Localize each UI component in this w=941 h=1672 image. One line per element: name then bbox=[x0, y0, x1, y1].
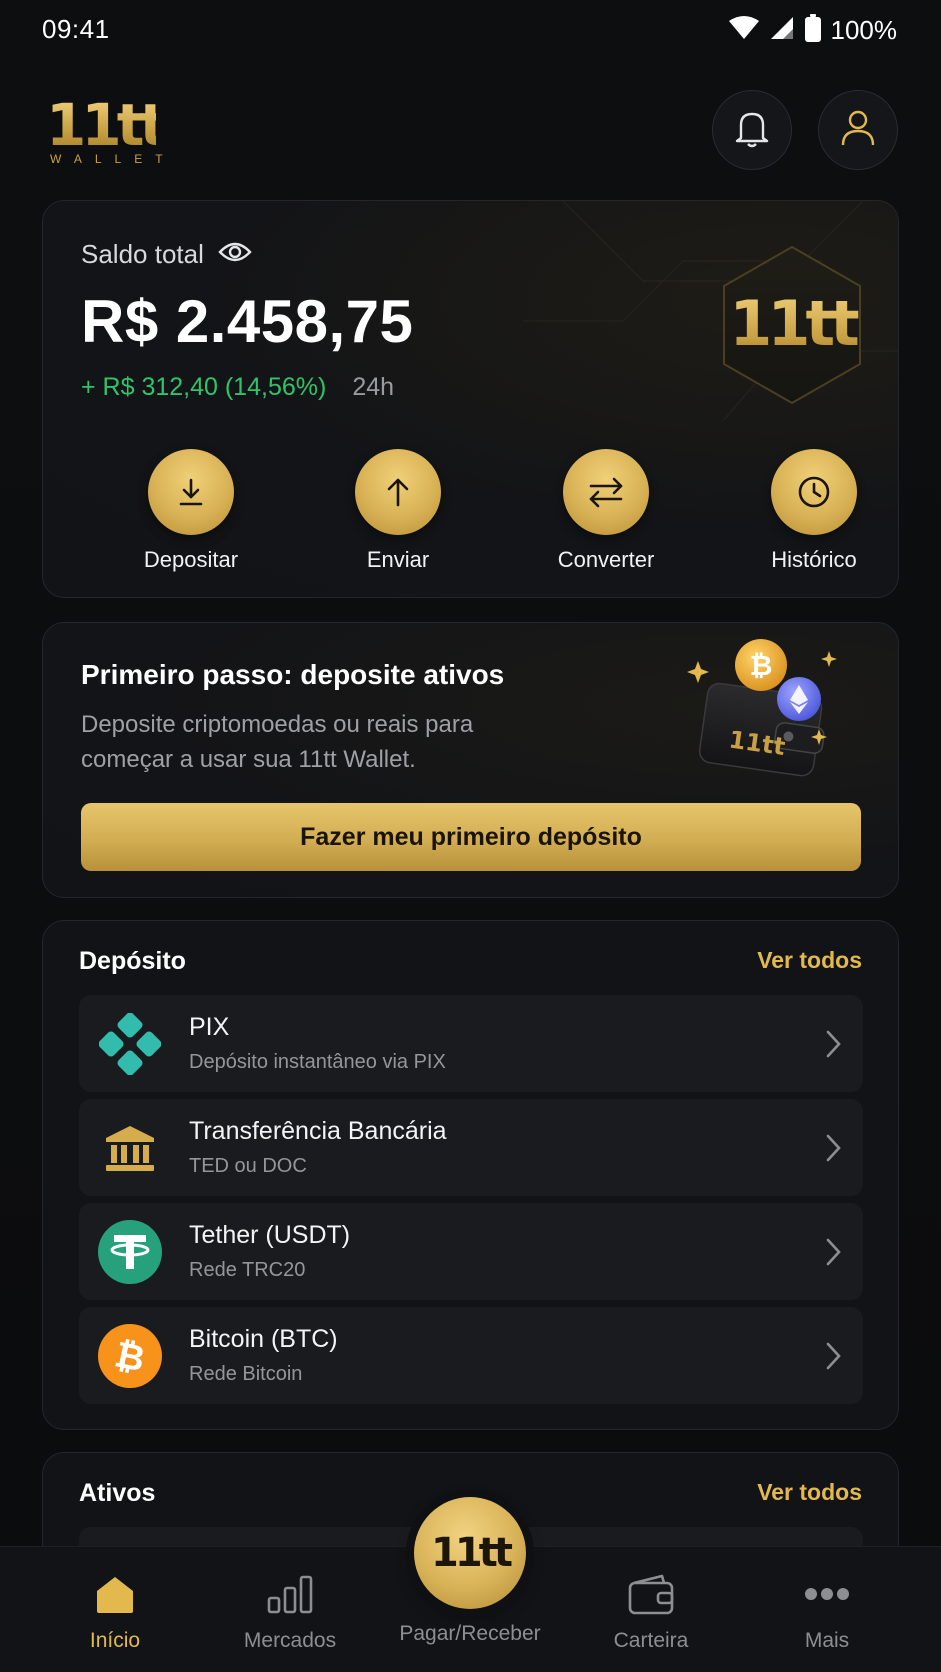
chevron-right-icon bbox=[823, 1236, 843, 1273]
first-deposit-button[interactable]: Fazer meu primeiro depósito bbox=[81, 803, 861, 871]
balance-value: R$ 2.458,75 bbox=[81, 288, 414, 355]
nav-more[interactable]: Mais bbox=[742, 1569, 912, 1653]
bitcoin-icon: ₿ bbox=[95, 1321, 165, 1391]
bank-transfer-title: Transferência Bancária bbox=[189, 1117, 447, 1145]
send-label: Enviar bbox=[366, 547, 430, 572]
logo-main-text: 11tt bbox=[46, 91, 167, 159]
nav-markets[interactable]: Mercados bbox=[205, 1569, 375, 1653]
send-action[interactable]: Enviar bbox=[308, 449, 488, 573]
nav-home[interactable]: Início bbox=[30, 1569, 200, 1653]
nav-home-label: Início bbox=[89, 1629, 141, 1652]
download-icon bbox=[148, 449, 234, 535]
convert-action[interactable]: Converter bbox=[516, 449, 696, 573]
bank-icon bbox=[95, 1113, 165, 1183]
deposit-method-bitcoin[interactable]: ₿ Bitcoin (BTC) Rede Bitcoin bbox=[79, 1307, 863, 1404]
deposit-method-tether[interactable]: Tether (USDT) Rede TRC20 bbox=[79, 1203, 863, 1300]
bell-icon bbox=[733, 108, 771, 153]
pix-title: PIX bbox=[189, 1013, 230, 1041]
profile-button[interactable] bbox=[818, 90, 898, 170]
tether-title: Tether (USDT) bbox=[189, 1221, 351, 1249]
nav-pay-receive-label: Pagar/Receber bbox=[399, 1622, 541, 1645]
promo-title: Primeiro passo: deposite ativos bbox=[81, 659, 505, 690]
chevron-right-icon bbox=[823, 1028, 843, 1065]
clock-icon bbox=[771, 449, 857, 535]
status-bar: 09:41 100% bbox=[0, 0, 941, 60]
tether-subtitle: Rede TRC20 bbox=[189, 1259, 306, 1281]
balance-label-row: Saldo total bbox=[81, 239, 252, 270]
battery-icon bbox=[804, 14, 821, 47]
bitcoin-subtitle: Rede Bitcoin bbox=[189, 1363, 303, 1385]
svg-text:₿: ₿ bbox=[750, 649, 773, 682]
bitcoin-title: Bitcoin (BTC) bbox=[189, 1325, 338, 1353]
notifications-button[interactable] bbox=[712, 90, 792, 170]
balance-card: Saldo total R$ 2.458,75 + R$ 312,40 (14,… bbox=[42, 200, 899, 598]
wallet-illustration: 11tt ₿ bbox=[681, 631, 891, 791]
deposit-method-pix[interactable]: PIX Depósito instantâneo via PIX bbox=[79, 995, 863, 1092]
wallet-icon bbox=[566, 1569, 736, 1619]
chevron-right-icon bbox=[823, 1132, 843, 1169]
deposit-section: Depósito Ver todos PIX Depósito instantâ… bbox=[42, 920, 899, 1430]
quick-actions: Depositar Enviar Converter Histórico bbox=[43, 449, 898, 579]
pay-receive-button[interactable]: 11tt bbox=[414, 1497, 526, 1609]
wifi-icon bbox=[728, 16, 759, 45]
deposit-see-all-link[interactable]: Ver todos bbox=[757, 947, 862, 974]
deposit-label: Depositar bbox=[143, 547, 239, 572]
fab-logo-text: 11tt bbox=[431, 1530, 513, 1576]
promo-text: Deposite criptomoedas ou reais para come… bbox=[81, 711, 474, 773]
brand-hex-badge: 11tt bbox=[721, 245, 863, 405]
deposit-methods-list: PIX Depósito instantâneo via PIX Transfe… bbox=[79, 995, 863, 1411]
balance-change: + R$ 312,40 (14,56%) bbox=[81, 373, 327, 401]
nav-wallet-label: Carteira bbox=[613, 1629, 689, 1652]
balance-change-row: + R$ 312,40 (14,56%) 24h bbox=[81, 373, 394, 402]
assets-title: Ativos bbox=[79, 1479, 156, 1507]
arrow-up-icon bbox=[355, 449, 441, 535]
history-action[interactable]: Histórico bbox=[724, 449, 898, 573]
chevron-right-icon bbox=[823, 1340, 843, 1377]
pix-subtitle: Depósito instantâneo via PIX bbox=[189, 1051, 446, 1073]
deposit-title: Depósito bbox=[79, 947, 186, 975]
pix-icon bbox=[95, 1009, 165, 1079]
user-icon bbox=[839, 108, 877, 153]
more-icon bbox=[742, 1569, 912, 1619]
bank-transfer-subtitle: TED ou DOC bbox=[189, 1155, 307, 1177]
status-indicators: 100% bbox=[728, 14, 898, 47]
battery-percentage: 100% bbox=[830, 15, 898, 45]
nav-markets-label: Mercados bbox=[243, 1629, 337, 1652]
status-time: 09:41 bbox=[42, 14, 110, 44]
signal-icon bbox=[769, 16, 795, 45]
home-icon bbox=[30, 1569, 200, 1619]
tether-icon bbox=[95, 1217, 165, 1287]
badge-text: 11tt bbox=[721, 287, 863, 360]
convert-label: Converter bbox=[557, 547, 655, 572]
logo-sub-text: WALLET bbox=[50, 152, 176, 166]
nav-more-label: Mais bbox=[804, 1629, 850, 1652]
deposit-action[interactable]: Depositar bbox=[101, 449, 281, 573]
swap-icon bbox=[563, 449, 649, 535]
balance-label: Saldo total bbox=[81, 239, 204, 269]
app-logo: 11tt WALLET bbox=[46, 91, 176, 168]
balance-period: 24h bbox=[352, 373, 395, 401]
home-screen: 09:41 100% 11tt WALLET Saldo total R$ 2.… bbox=[0, 0, 941, 1672]
nav-wallet[interactable]: Carteira bbox=[566, 1569, 736, 1653]
history-label: Histórico bbox=[771, 547, 857, 572]
assets-see-all-link[interactable]: Ver todos bbox=[757, 1479, 862, 1506]
first-deposit-promo: Primeiro passo: deposite ativos Deposite… bbox=[42, 622, 899, 898]
bar-chart-icon bbox=[205, 1569, 375, 1619]
eye-icon[interactable] bbox=[218, 240, 252, 269]
deposit-method-bank-transfer[interactable]: Transferência Bancária TED ou DOC bbox=[79, 1099, 863, 1196]
